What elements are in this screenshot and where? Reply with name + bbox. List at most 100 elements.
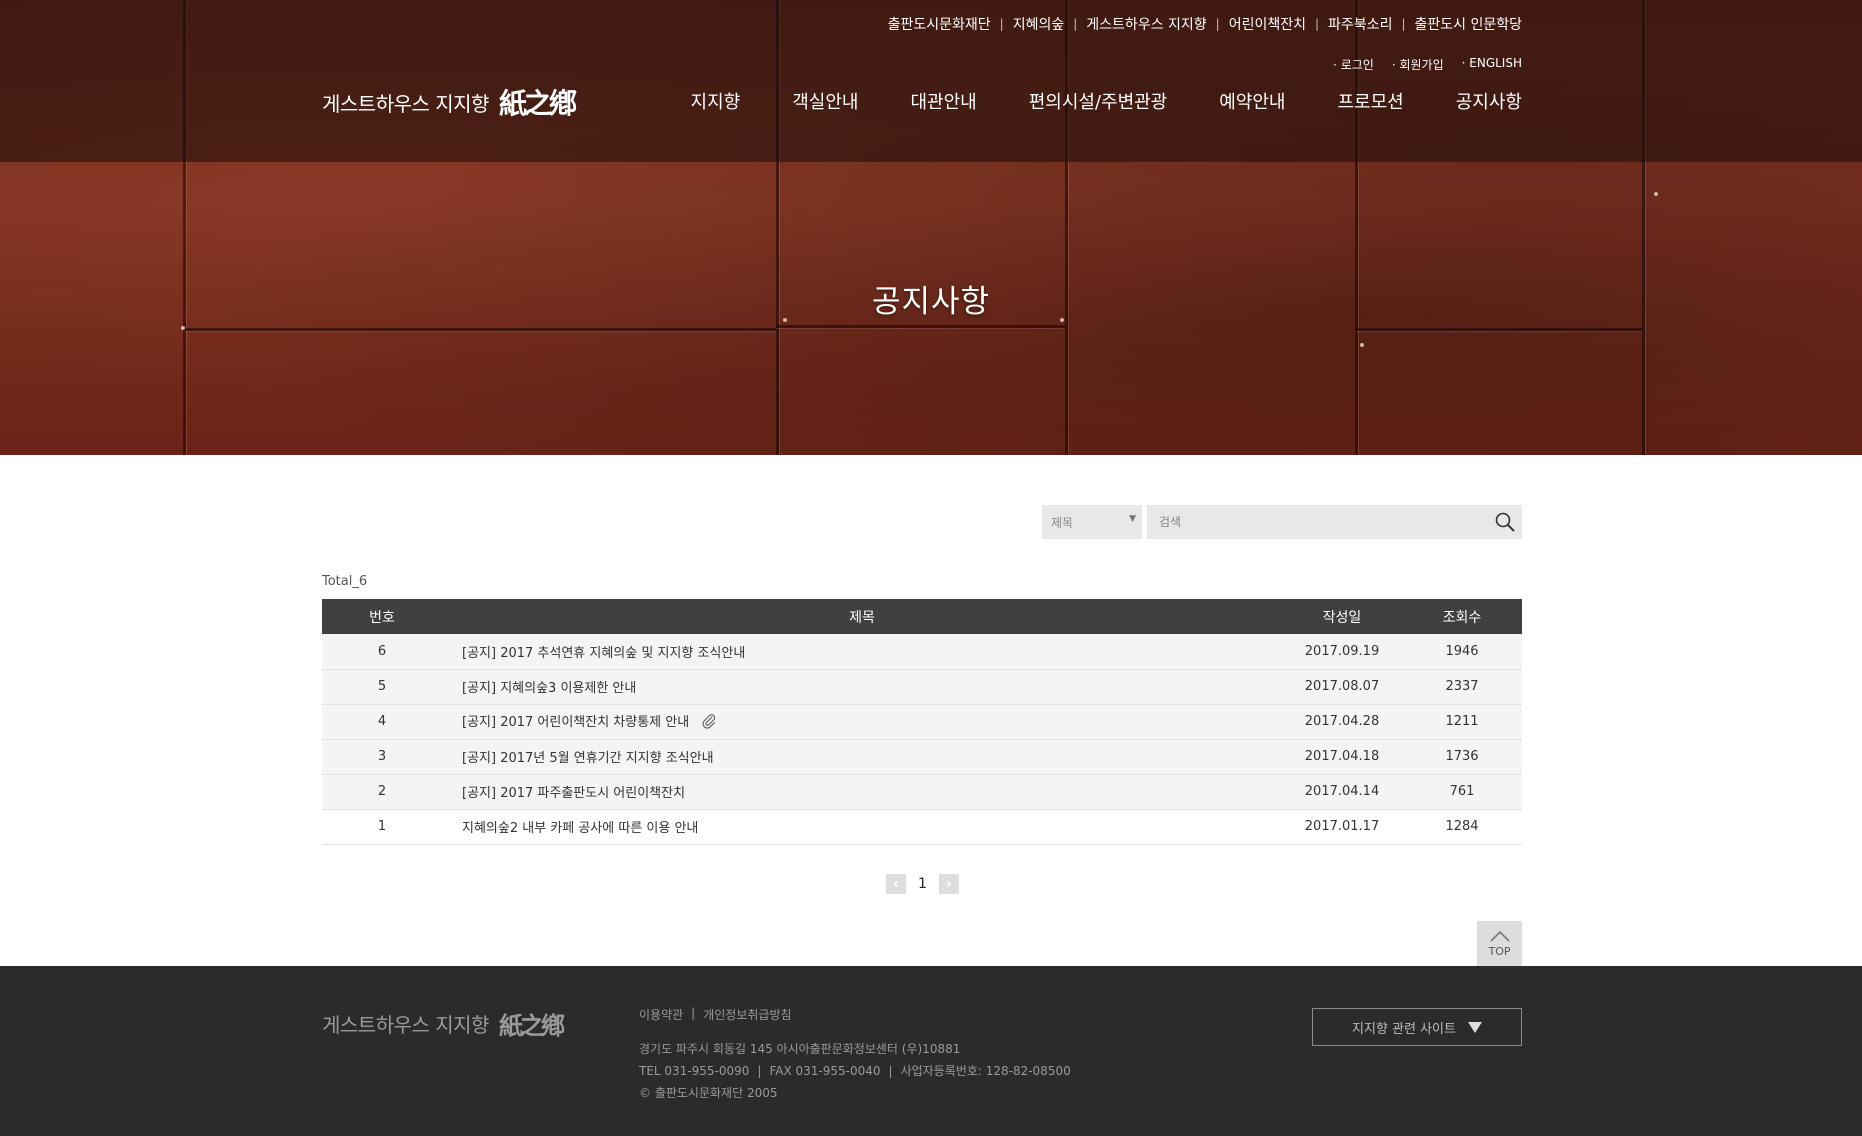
footer-fax: FAX 031-955-0040 xyxy=(769,1064,881,1078)
row-title-link[interactable]: [공지] 2017 추석연휴 지혜의숲 및 지지향 조식안내 xyxy=(442,634,1282,670)
row-number: 2 xyxy=(322,774,442,810)
footer-logo: 게스트하우스 지지향 紙之鄕 xyxy=(322,1006,565,1041)
footer-contact: TEL 031-955-0090 | FAX 031-955-0040 | 사업자등록번… xyxy=(639,1060,1071,1082)
table-row[interactable]: 5 [공지] 지혜의숲3 이용제한 안내 2017.08.07 2337 xyxy=(322,669,1522,705)
nav-item-rooms[interactable]: 객실안내 xyxy=(792,88,858,114)
hero-panel-seam xyxy=(183,328,776,331)
privacy-link[interactable]: 개인정보취급방침 xyxy=(703,1006,791,1023)
table-row[interactable]: 4 [공지] 2017 어린이책잔치 차량통제 안내 2017.04.28 12… xyxy=(322,704,1522,740)
hero-panel-seam xyxy=(1355,328,1642,331)
footer-copyright: © 출판도시문화재단 2005 xyxy=(639,1086,778,1100)
chevron-up-icon xyxy=(1489,930,1511,945)
row-date: 2017.09.19 xyxy=(1282,634,1402,670)
row-title-link[interactable]: 지혜의숲2 내부 카페 공사에 따른 이용 안내 xyxy=(442,809,1282,845)
table-row[interactable]: 2 [공지] 2017 파주출판도시 어린이책잔치 2017.04.14 761 xyxy=(322,774,1522,810)
page-title: 공지사항 xyxy=(871,284,991,320)
row-title-link[interactable]: [공지] 2017 파주출판도시 어린이책잔치 xyxy=(442,774,1282,810)
prev-page-button[interactable]: ‹ xyxy=(886,874,906,894)
table-row[interactable]: 1 지혜의숲2 내부 카페 공사에 따른 이용 안내 2017.01.17 12… xyxy=(322,809,1522,845)
table-row[interactable]: 6 [공지] 2017 추석연휴 지혜의숲 및 지지향 조식안내 2017.09… xyxy=(322,634,1522,670)
row-title-cell: [공지] 2017 어린이책잔치 차량통제 안내 xyxy=(442,704,1282,740)
info-separator: | xyxy=(888,1064,893,1078)
row-date: 2017.08.07 xyxy=(1282,669,1402,705)
footer-address: 경기도 파주시 회동길 145 아시아출판문화정보센터 (우)10881 xyxy=(639,1042,961,1056)
footer-logo-text: 게스트하우스 지지향 xyxy=(322,1013,489,1037)
nav-item-facilities[interactable]: 편의시설/주변관광 xyxy=(1029,88,1168,114)
hero-panel-seam xyxy=(776,325,1065,328)
search-input[interactable] xyxy=(1147,505,1467,539)
nav-item-jijihyang[interactable]: 지지향 xyxy=(691,88,741,114)
row-date: 2017.04.18 xyxy=(1282,739,1402,775)
family-link-forest[interactable]: 지혜의숲 xyxy=(1013,14,1065,34)
search-field-value: 제목 xyxy=(1051,516,1074,530)
table-row[interactable]: 3 [공지] 2017년 5월 연휴기간 지지향 조식안내 2017.04.18… xyxy=(322,739,1522,775)
link-separator: | xyxy=(1315,17,1320,31)
logo-text: 게스트하우스 지지향 xyxy=(322,91,489,116)
row-views: 1284 xyxy=(1402,809,1522,845)
site-logo[interactable]: 게스트하우스 지지향 紙之鄕 xyxy=(322,82,577,122)
terms-link[interactable]: 이용약관 xyxy=(639,1006,683,1023)
related-sites-dropdown[interactable]: 지지향 관련 사이트 xyxy=(1312,1008,1522,1046)
link-separator: | xyxy=(1073,17,1078,31)
login-link[interactable]: 로그인 xyxy=(1333,56,1374,73)
row-number: 5 xyxy=(322,669,442,705)
family-link-booksori[interactable]: 파주북소리 xyxy=(1328,14,1392,34)
row-date: 2017.04.28 xyxy=(1282,704,1402,740)
family-link-guesthouse[interactable]: 게스트하우스 지지향 xyxy=(1086,14,1206,34)
hero-rivet xyxy=(1360,343,1364,347)
pagination: ‹ 1 › xyxy=(886,874,959,894)
next-page-button[interactable]: › xyxy=(938,874,959,894)
logo-mark: 紙之鄕 xyxy=(498,87,577,120)
family-link-children-book[interactable]: 어린이책잔치 xyxy=(1229,14,1306,34)
row-title-link[interactable]: [공지] 2017 어린이책잔치 차량통제 안내 xyxy=(462,715,689,730)
link-separator: | xyxy=(1215,17,1220,31)
table-header-row: 번호 제목 작성일 조회수 xyxy=(322,599,1522,634)
row-date: 2017.04.14 xyxy=(1282,774,1402,810)
row-title-link[interactable]: [공지] 지혜의숲3 이용제한 안내 xyxy=(442,669,1282,705)
family-site-links: 출판도시문화재단 | 지혜의숲 | 게스트하우스 지지향 | 어린이책잔치 | … xyxy=(888,14,1522,34)
row-views: 2337 xyxy=(1402,669,1522,705)
row-views: 1211 xyxy=(1402,704,1522,740)
row-views: 1946 xyxy=(1402,634,1522,670)
nav-item-reservation[interactable]: 예약안내 xyxy=(1219,88,1285,114)
row-views: 1736 xyxy=(1402,739,1522,775)
nav-item-promotion[interactable]: 프로모션 xyxy=(1338,88,1404,114)
dropdown-arrow-icon: ▼ xyxy=(1129,514,1136,524)
footer: 게스트하우스 지지향 紙之鄕 이용약관 | 개인정보취급방침 경기도 파주시 회… xyxy=(0,966,1862,1136)
scroll-top-button[interactable]: TOP xyxy=(1477,921,1522,966)
column-header-views: 조회수 xyxy=(1402,599,1522,634)
top-label: TOP xyxy=(1488,944,1511,958)
hero-rivet xyxy=(1654,192,1658,196)
search-icon[interactable] xyxy=(1494,511,1516,533)
hero-banner: 출판도시문화재단 | 지혜의숲 | 게스트하우스 지지향 | 어린이책잔치 | … xyxy=(0,0,1862,455)
family-link-foundation[interactable]: 출판도시문화재단 xyxy=(888,14,991,34)
row-number: 3 xyxy=(322,739,442,775)
paperclip-icon xyxy=(701,713,717,733)
link-separator: | xyxy=(999,17,1004,31)
account-links: 로그인 회원가입 ENGLISH xyxy=(1333,56,1522,73)
row-title-link[interactable]: [공지] 2017년 5월 연휴기간 지지향 조식안내 xyxy=(442,739,1282,775)
footer-biz-number: 사업자등록번호: 128-82-08500 xyxy=(900,1064,1071,1078)
page-number-current[interactable]: 1 xyxy=(918,876,927,892)
column-header-date: 작성일 xyxy=(1282,599,1402,634)
footer-links: 이용약관 | 개인정보취급방침 xyxy=(639,1006,792,1023)
column-header-title: 제목 xyxy=(442,599,1282,634)
nav-item-notice[interactable]: 공지사항 xyxy=(1456,88,1522,114)
row-number: 4 xyxy=(322,704,442,740)
nav-item-rental[interactable]: 대관안내 xyxy=(910,88,976,114)
english-link[interactable]: ENGLISH xyxy=(1462,56,1522,73)
main-nav: 지지향 객실안내 대관안내 편의시설/주변관광 예약안내 프로모션 공지사항 xyxy=(691,88,1522,114)
column-header-number: 번호 xyxy=(322,599,442,634)
footer-logo-mark: 紙之鄕 xyxy=(498,1011,565,1040)
family-link-humanities[interactable]: 출판도시 인문학당 xyxy=(1415,14,1523,34)
row-views: 761 xyxy=(1402,774,1522,810)
triangle-down-icon xyxy=(1467,1021,1482,1033)
total-count: Total_6 xyxy=(322,574,368,589)
link-separator: | xyxy=(1401,17,1406,31)
footer-tel: TEL 031-955-0090 xyxy=(639,1064,750,1078)
related-sites-label: 지지향 관련 사이트 xyxy=(1352,1021,1456,1037)
search-field-select[interactable]: 제목 ▼ xyxy=(1042,505,1142,539)
signup-link[interactable]: 회원가입 xyxy=(1392,56,1443,73)
row-number: 6 xyxy=(322,634,442,670)
notice-table: 번호 제목 작성일 조회수 6 [공지] 2017 추석연휴 지혜의숲 및 지지… xyxy=(322,599,1522,845)
